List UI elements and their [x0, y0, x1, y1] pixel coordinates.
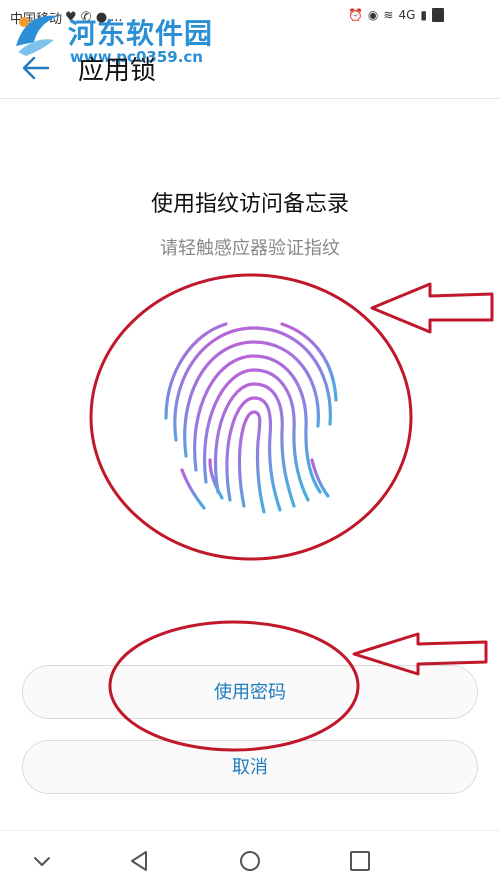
prompt-title: 使用指纹访问备忘录	[150, 192, 349, 217]
alarm-icon: ⏰	[347, 8, 363, 22]
square-recent-icon[interactable]	[348, 849, 372, 873]
fingerprint-icon	[164, 322, 338, 514]
signal-icon: ▮	[420, 8, 427, 22]
use-password-button[interactable]: 使用密码	[22, 665, 478, 719]
triangle-back-icon[interactable]	[128, 849, 152, 873]
navigation-bar	[0, 830, 500, 890]
annotation-arrow-fingerprint	[370, 282, 494, 334]
wifi-icon: ≋	[383, 8, 394, 22]
status-right: ⏰ ◉ ≋ 4G ▮	[348, 8, 444, 22]
cancel-button[interactable]: 取消	[22, 740, 478, 794]
circle-home-icon[interactable]	[238, 849, 262, 873]
prompt-subtitle: 请轻触感应器验证指纹	[160, 238, 340, 259]
chevron-down-icon[interactable]	[30, 849, 54, 873]
battery-icon	[432, 8, 444, 22]
eye-icon: ◉	[367, 8, 379, 22]
arrow-left-icon[interactable]	[22, 54, 50, 82]
page-title: 应用锁	[78, 56, 157, 86]
network-label: 4G	[398, 8, 416, 22]
app-bar: 应用锁	[0, 40, 500, 99]
